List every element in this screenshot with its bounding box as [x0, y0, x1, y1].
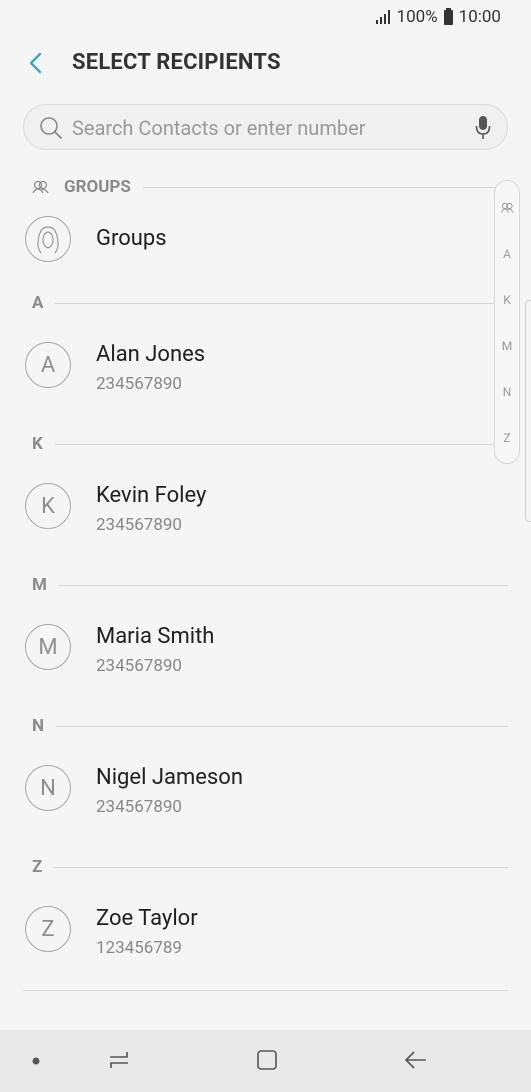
- search-icon: [40, 117, 62, 139]
- section-letter: K: [32, 434, 43, 454]
- section-header-a: A: [0, 286, 531, 320]
- contact-number: 234567890: [96, 374, 182, 394]
- section-header-z: Z: [0, 850, 531, 884]
- divider: [58, 584, 508, 586]
- signal-icon: [375, 10, 390, 24]
- section-letter: A: [32, 293, 44, 313]
- index-letter-n[interactable]: N: [495, 385, 519, 399]
- index-letter-m[interactable]: M: [495, 339, 519, 353]
- search-input[interactable]: [70, 105, 464, 151]
- contact-name: Nigel Jameson: [96, 765, 243, 790]
- groups-index-icon[interactable]: [501, 202, 514, 213]
- contact-avatar: N: [25, 765, 71, 811]
- clock: 10:00: [458, 7, 501, 27]
- section-letter: N: [32, 716, 44, 736]
- app-bar: SELECT RECIPIENTS: [0, 34, 531, 94]
- contact-row[interactable]: M Maria Smith 234567890: [0, 602, 531, 694]
- contact-number: 234567890: [96, 797, 182, 817]
- page-title: SELECT RECIPIENTS: [72, 50, 281, 75]
- section-letter: M: [32, 575, 47, 595]
- contact-row[interactable]: A Alan Jones 234567890: [0, 320, 531, 412]
- contact-number: 234567890: [96, 515, 182, 535]
- divider: [23, 990, 508, 991]
- person-silhouette-icon: [37, 226, 59, 254]
- contact-avatar: K: [25, 483, 71, 529]
- contact-name: Zoe Taylor: [96, 906, 198, 931]
- search-bar[interactable]: [23, 104, 508, 151]
- contact-avatar: A: [25, 342, 71, 388]
- contact-row[interactable]: K Kevin Foley 234567890: [0, 461, 531, 553]
- section-letter: Z: [32, 857, 43, 877]
- contact-row[interactable]: N Nigel Jameson 234567890: [0, 743, 531, 835]
- list-item-groups[interactable]: Groups: [0, 194, 531, 286]
- contact-name: Groups: [96, 226, 167, 251]
- contact-name: Maria Smith: [96, 624, 215, 649]
- contact-avatar: M: [25, 624, 71, 670]
- system-navigation-bar: [0, 1030, 531, 1092]
- back-arrow-icon[interactable]: [22, 48, 52, 78]
- contact-number: 123456789: [96, 938, 182, 958]
- contact-name: Kevin Foley: [96, 483, 207, 508]
- section-header-n: N: [0, 709, 531, 743]
- groups-icon: [32, 180, 49, 194]
- divider: [54, 443, 508, 445]
- section-header-k: K: [0, 427, 531, 461]
- dot-icon[interactable]: [31, 1056, 41, 1066]
- contact-avatar: Z: [25, 906, 71, 952]
- battery-percent: 100%: [396, 7, 438, 27]
- divider: [56, 725, 508, 727]
- home-icon[interactable]: [255, 1048, 279, 1072]
- divider: [142, 186, 508, 188]
- contact-number: 234567890: [96, 656, 182, 676]
- scroll-handle[interactable]: [525, 300, 531, 522]
- index-letter-a[interactable]: A: [495, 247, 519, 261]
- battery-icon: [443, 7, 453, 25]
- divider: [54, 866, 508, 868]
- microphone-icon[interactable]: [475, 115, 491, 141]
- contact-row[interactable]: Z Zoe Taylor 123456789: [0, 884, 531, 976]
- index-letter-z[interactable]: Z: [495, 431, 519, 445]
- section-header-m: M: [0, 568, 531, 602]
- recent-apps-icon[interactable]: [107, 1048, 131, 1072]
- groups-avatar: [25, 216, 71, 262]
- fast-scroll-index[interactable]: A K M N Z: [494, 180, 520, 464]
- back-icon[interactable]: [404, 1048, 428, 1072]
- divider: [55, 302, 508, 304]
- status-bar: 100% 10:00: [0, 0, 531, 34]
- index-letter-k[interactable]: K: [495, 293, 519, 307]
- contact-name: Alan Jones: [96, 342, 206, 367]
